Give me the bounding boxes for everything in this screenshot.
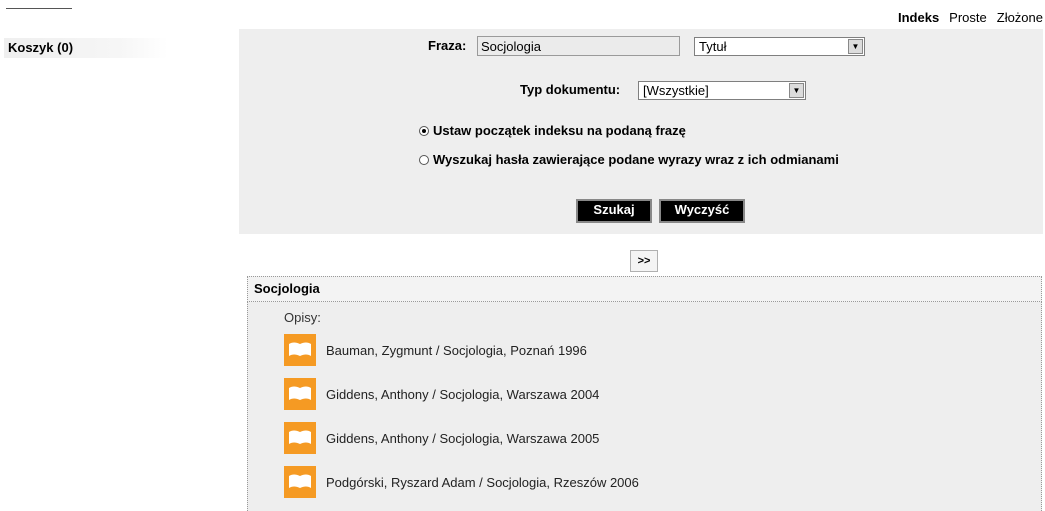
radio-index-start[interactable]: Ustaw początek indeksu na podaną frazę — [419, 123, 686, 138]
tab-proste[interactable]: Proste — [949, 10, 987, 25]
list-item-text[interactable]: Bauman, Zygmunt / Socjologia, Poznań 199… — [326, 343, 587, 358]
list-item-text[interactable]: Podgórski, Ryszard Adam / Socjologia, Rz… — [326, 475, 639, 490]
phrase-label: Fraza: — [428, 38, 467, 53]
doctype-select-value: [Wszystkie] — [643, 83, 709, 98]
doctype-label: Typ dokumentu: — [520, 82, 621, 97]
book-icon — [284, 334, 316, 366]
section-label: Opisy: — [284, 310, 321, 325]
search-mode-tabs: Indeks Proste Złożone — [898, 10, 1043, 25]
book-icon — [284, 466, 316, 498]
book-icon — [284, 422, 316, 454]
list-item[interactable]: Giddens, Anthony / Socjologia, Warszawa … — [284, 378, 599, 410]
radio-words-search[interactable]: Wyszukaj hasła zawierające podane wyrazy… — [419, 152, 839, 167]
cart-link[interactable]: Koszyk (0) — [4, 38, 168, 58]
clear-button[interactable]: Wyczyść — [659, 199, 745, 223]
list-item-text[interactable]: Giddens, Anthony / Socjologia, Warszawa … — [326, 431, 599, 446]
radio-index-start-label: Ustaw początek indeksu na podaną frazę — [433, 123, 686, 138]
radio-words-search-label: Wyszukaj hasła zawierające podane wyrazy… — [433, 152, 839, 167]
phrase-input[interactable] — [477, 36, 680, 56]
results-heading: Socjologia — [247, 276, 1042, 302]
search-button[interactable]: Szukaj — [576, 199, 652, 223]
book-icon — [284, 378, 316, 410]
list-item[interactable]: Bauman, Zygmunt / Socjologia, Poznań 199… — [284, 334, 587, 366]
list-item-text[interactable]: Giddens, Anthony / Socjologia, Warszawa … — [326, 387, 599, 402]
radio-selected-icon[interactable] — [419, 125, 429, 136]
chevron-down-icon[interactable]: ▼ — [789, 83, 804, 98]
search-panel: Fraza: Tytuł ▼ Typ dokumentu: [Wszystkie… — [239, 29, 1043, 234]
results-list: Opisy: Bauman, Zygmunt / Socjologia, Poz… — [247, 302, 1042, 511]
field-select-value: Tytuł — [699, 39, 727, 54]
list-item[interactable]: Podgórski, Ryszard Adam / Socjologia, Rz… — [284, 466, 639, 498]
top-divider — [6, 8, 72, 9]
radio-unselected-icon[interactable] — [419, 154, 429, 165]
tab-zlozone[interactable]: Złożone — [997, 10, 1043, 25]
field-select[interactable]: Tytuł ▼ — [694, 37, 865, 56]
next-page-button[interactable]: >> — [630, 250, 658, 272]
chevron-down-icon[interactable]: ▼ — [848, 39, 863, 54]
list-item[interactable]: Giddens, Anthony / Socjologia, Warszawa … — [284, 422, 599, 454]
doctype-select[interactable]: [Wszystkie] ▼ — [638, 81, 806, 100]
tab-indeks[interactable]: Indeks — [898, 10, 939, 25]
